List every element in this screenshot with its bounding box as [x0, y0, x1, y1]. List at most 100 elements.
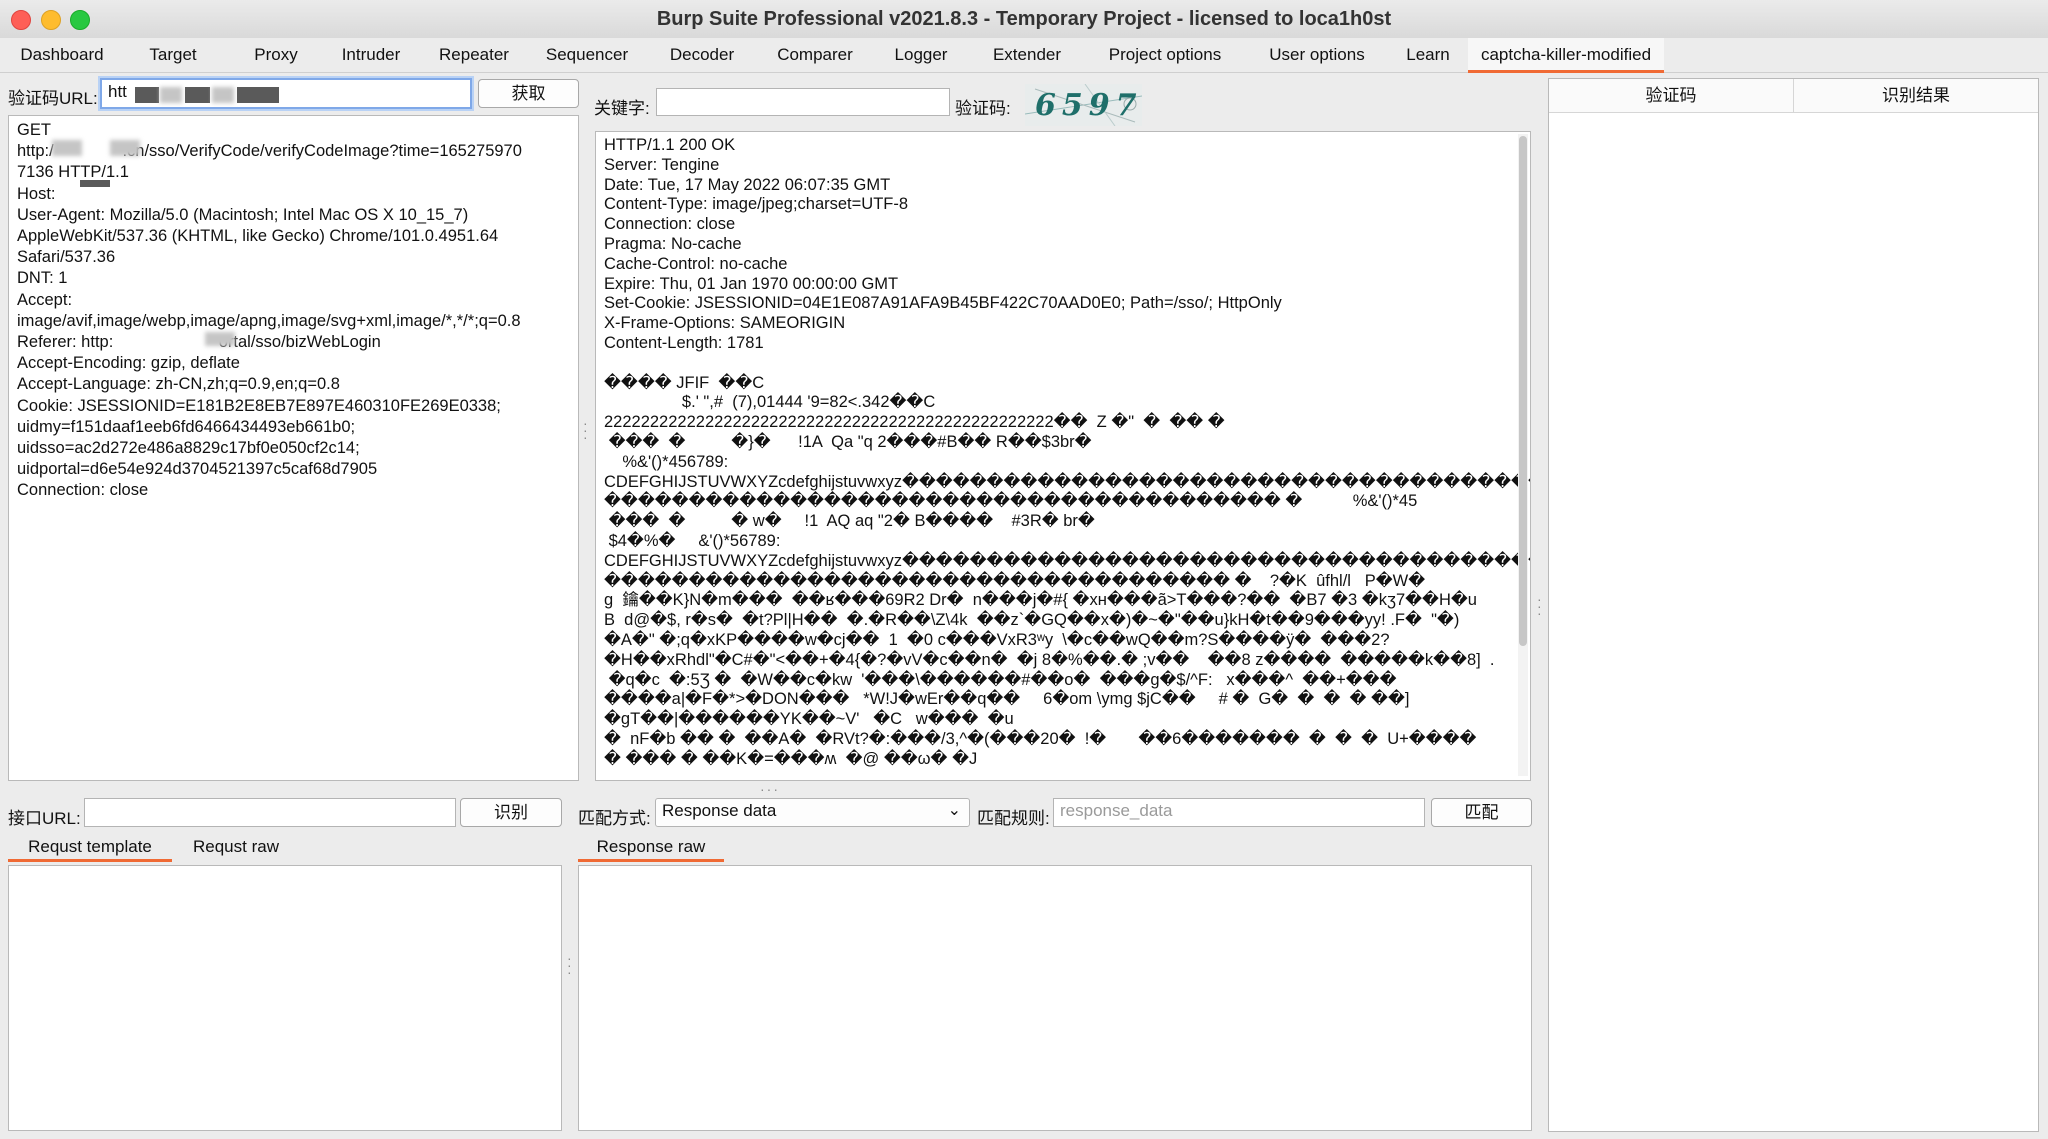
- response-line: Server: Tengine: [604, 155, 720, 174]
- redaction-block: [80, 180, 110, 187]
- tab-sequencer[interactable]: Sequencer: [528, 38, 646, 73]
- tab-proxy[interactable]: Proxy: [230, 38, 322, 73]
- request-line: Accept:: [17, 290, 73, 309]
- response-text: HTTP/1.1 200 OK Server: Tengine Date: Tue,…: [604, 136, 1531, 770]
- tab-project-options[interactable]: Project options: [1084, 38, 1246, 73]
- interface-url-label: 接口URL:: [8, 809, 81, 828]
- request-line: Referer: http: ortal/sso/bizWebLogin: [17, 333, 381, 352]
- response-line: CDEFGHIJSTUVWXYZcdefghijstuvwxyz��������…: [604, 551, 1531, 570]
- splitter-grip-icon[interactable]: ···: [760, 782, 780, 796]
- match-mode-label: 匹配方式:: [578, 809, 651, 828]
- captcha-label: 验证码:: [955, 99, 1011, 118]
- tab-target[interactable]: Target: [116, 38, 230, 73]
- response-line: ����������������������������������������…: [604, 492, 1418, 511]
- match-rule-input[interactable]: response_data: [1053, 798, 1425, 827]
- keyword-input[interactable]: [656, 88, 950, 116]
- splitter-grip-icon[interactable]: ···: [1537, 592, 1542, 620]
- response-line: �gT��|������YK��~V' �C w��� �u: [604, 710, 1014, 729]
- tab-decoder[interactable]: Decoder: [646, 38, 758, 73]
- chevron-down-icon: ⌄: [947, 802, 961, 819]
- column-header-result[interactable]: 识别结果: [1794, 79, 2038, 112]
- response-line: CDEFGHIJSTUVWXYZcdefghijstuvwxyz��������…: [604, 472, 1531, 491]
- redaction-block: [212, 87, 234, 103]
- response-line: 2222222222222222222222222222222222222222…: [604, 413, 1225, 432]
- response-line: Content-Length: 1781: [604, 333, 764, 352]
- request-line: uidsso=ac2d272e486a8829c17bf0e050cf2c14;: [17, 439, 360, 458]
- tab-learn[interactable]: Learn: [1388, 38, 1468, 73]
- response-line: $.' ",# (7),01444 '9=82<.342��C: [604, 393, 936, 412]
- request-line: Accept-Encoding: gzip, deflate: [17, 354, 240, 373]
- recognize-button[interactable]: 识别: [460, 798, 562, 827]
- tab-intruder[interactable]: Intruder: [322, 38, 420, 73]
- redaction-block: [52, 140, 82, 156]
- redaction-block: [110, 140, 140, 156]
- tab-request-raw[interactable]: Requst raw: [176, 834, 296, 862]
- title-bar: Burp Suite Professional v2021.8.3 - Temp…: [0, 0, 2048, 39]
- tab-captcha-killer-modified[interactable]: captcha-killer-modified: [1468, 37, 1664, 73]
- request-line: http:/ .cn/sso/VerifyCode/verifyCodeImag…: [17, 142, 522, 161]
- main-tab-bar: Dashboard Target Proxy Intruder Repeater Sequ…: [0, 37, 2048, 73]
- response-line: ��� � �}� !1A Qa "q 2���#B�� R��$3br�: [604, 432, 1092, 451]
- splitter-grip-icon[interactable]: ···: [567, 951, 572, 979]
- response-raw-viewer[interactable]: [578, 865, 1532, 1131]
- response-line: Set-Cookie: JSESSIONID=04E1E087A91AFA9B4…: [604, 294, 1282, 313]
- request-line: Cookie: JSESSIONID=E181B2E8EB7E897E46031…: [17, 396, 501, 415]
- response-line: Connection: close: [604, 215, 736, 234]
- column-header-captcha[interactable]: 验证码: [1549, 79, 1794, 112]
- request-line: uidportal=d6e54e924d3704521397c5caf68d79…: [17, 460, 378, 479]
- request-line: DNT: 1: [17, 269, 68, 288]
- match-mode-select[interactable]: Response data ⌄: [655, 798, 970, 827]
- captcha-request-editor[interactable]: GET http:/ .cn/sso/VerifyCode/verifyCodeI…: [8, 115, 579, 781]
- tab-repeater[interactable]: Repeater: [420, 38, 528, 73]
- response-line: $4�%� &'()*56789:: [604, 531, 781, 550]
- request-line: Accept-Language: zh-CN,zh;q=0.9,en;q=0.8: [17, 375, 340, 394]
- tab-extender[interactable]: Extender: [970, 38, 1084, 73]
- redaction-block: [135, 87, 159, 103]
- response-line: ���� JFIF ��C: [604, 373, 765, 392]
- captcha-response-viewer[interactable]: HTTP/1.1 200 OK Server: Tengine Date: Tue,…: [595, 131, 1531, 781]
- fetch-button[interactable]: 获取: [478, 79, 579, 108]
- captcha-url-value: htt: [108, 82, 127, 101]
- response-line: Expire: Thu, 01 Jan 1970 00:00:00 GMT: [604, 274, 899, 293]
- response-line: � nF�b �� � ��A� �RVt?�:���/3,^�(���20� …: [604, 729, 1477, 748]
- response-line: �A�" �;q�xKP����w�cj�� 1 �0 c���VxR3ʷy \…: [604, 630, 1390, 649]
- result-table[interactable]: 验证码 识别结果: [1548, 78, 2039, 1132]
- request-line: uidmy=f151daaf1eeb6fd6466434493eb661b0;: [17, 417, 356, 436]
- tab-user-options[interactable]: User options: [1246, 38, 1388, 73]
- match-rule-label: 匹配规则:: [977, 809, 1050, 828]
- response-line: g 鑰��K}N�m��� ��ʁ���69R2 Dr� n���j�#{ �x…: [604, 591, 1477, 610]
- response-line: Cache-Control: no-cache: [604, 254, 788, 273]
- window-title: Burp Suite Professional v2021.8.3 - Temp…: [656, 8, 1392, 30]
- captcha-url-label: 验证码URL:: [8, 89, 98, 108]
- tab-dashboard[interactable]: Dashboard: [8, 38, 116, 73]
- response-line: Content-Type: image/jpeg;charset=UTF-8: [604, 195, 909, 214]
- request-line: AppleWebKit/537.36 (KHTML, like Gecko) C…: [17, 227, 499, 246]
- splitter-grip-icon[interactable]: ···: [583, 416, 588, 444]
- response-line: B d@�$, r�s� �t?Pl|H�� �.�R��\Z\4k ��z`�…: [604, 611, 1460, 630]
- response-line: Pragma: No-cache: [604, 234, 742, 253]
- response-scrollbar-thumb[interactable]: [1519, 136, 1527, 646]
- match-mode-value: Response data: [662, 801, 777, 820]
- request-template-editor[interactable]: [8, 865, 562, 1131]
- interface-url-input[interactable]: [84, 798, 456, 827]
- response-line: ����a|�F�*>�DON��� *W!J�wEr��q�� 6�om \y…: [604, 690, 1410, 709]
- request-line: image/avif,image/webp,image/apng,image/s…: [17, 311, 521, 330]
- request-line: Safari/537.36: [17, 248, 116, 267]
- response-line: HTTP/1.1 200 OK: [604, 136, 736, 154]
- request-text: GET http:/ .cn/sso/VerifyCode/verifyCodeI…: [17, 120, 522, 502]
- captcha-digits: 6597: [1035, 88, 1142, 123]
- tab-comparer[interactable]: Comparer: [758, 38, 872, 73]
- tab-response-raw[interactable]: Response raw: [578, 834, 724, 862]
- request-line: User-Agent: Mozilla/5.0 (Macintosh; Inte…: [17, 205, 469, 224]
- response-line: X-Frame-Options: SAMEORIGIN: [604, 314, 846, 333]
- redaction-block: [205, 332, 235, 346]
- response-line: �H��xRhdl"�C#�"<��+�4{�?�vV�c��n� �j 8�%…: [604, 650, 1495, 669]
- tab-request-template[interactable]: Requst template: [8, 834, 172, 862]
- captcha-image: 6597: [1025, 84, 1142, 126]
- keyword-label: 关键字:: [594, 99, 650, 118]
- request-line: GET: [17, 121, 51, 139]
- tab-logger[interactable]: Logger: [872, 38, 970, 73]
- match-button[interactable]: 匹配: [1431, 798, 1532, 827]
- response-line: Date: Tue, 17 May 2022 06:07:35 GMT: [604, 175, 891, 194]
- response-line: ������������������������������������� � …: [604, 571, 1426, 590]
